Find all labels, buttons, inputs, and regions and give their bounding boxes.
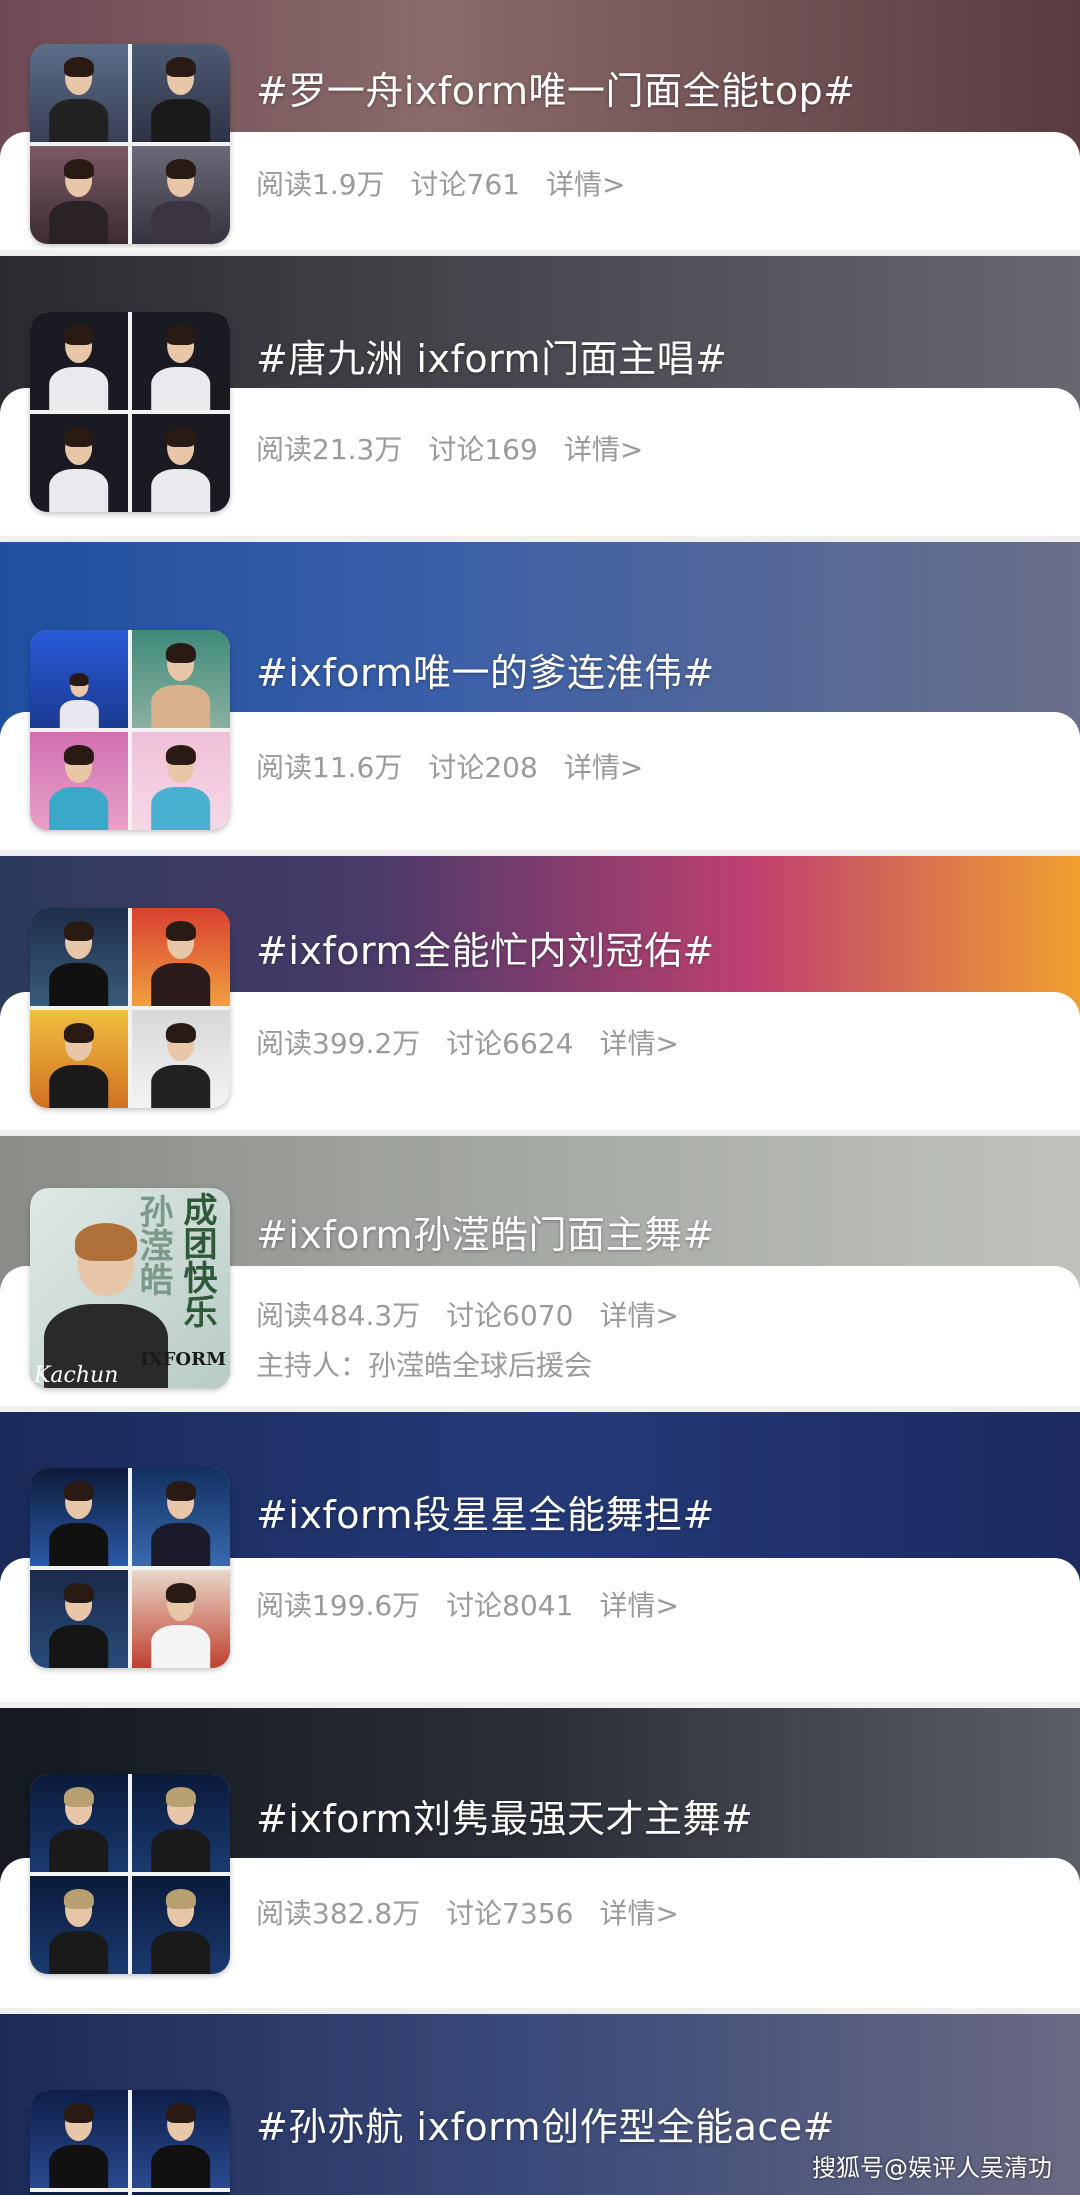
read-count: 阅读21.3万 [256, 433, 403, 466]
discuss-count: 讨论169 [428, 433, 538, 466]
cover-photo [132, 312, 230, 410]
cover-photo [132, 908, 230, 1006]
cover-photo [132, 1010, 230, 1108]
read-count: 阅读399.2万 [256, 1027, 421, 1060]
topic-card[interactable]: #孙亦航 ixform创作型全能ace# 搜狐号@娱评人吴清功 [0, 2014, 1080, 2195]
read-count: 阅读382.8万 [256, 1897, 421, 1930]
cover-text: 成团快乐 [177, 1192, 217, 1328]
topic-card[interactable]: #ixform全能忙内刘冠佑# 阅读399.2万 讨论6624 详情> [0, 856, 1080, 1130]
topic-cover[interactable] [30, 630, 230, 830]
cover-photo [132, 146, 230, 244]
topic-host: 主持人：孙滢皓全球后援会 [256, 1349, 593, 1382]
cover-photo [30, 732, 128, 830]
cover-photo [30, 1774, 128, 1872]
detail-link[interactable]: 详情> [599, 1589, 678, 1622]
topic-stats: 阅读382.8万 讨论7356 详情> [256, 1892, 705, 1932]
cover-brand: IXFORM [140, 1349, 226, 1370]
cover-photo [30, 44, 128, 142]
cover-sign: Kachun [34, 1363, 119, 1388]
cover-photo [132, 1468, 230, 1566]
cover-photo [30, 1468, 128, 1566]
topic-title[interactable]: #ixform段星星全能舞担# [256, 1484, 715, 1539]
topic-cover[interactable] [30, 44, 230, 244]
discuss-count: 讨论7356 [446, 1897, 574, 1930]
topic-card[interactable]: #ixform孙滢皓门面主舞# 阅读484.3万 讨论6070 详情> 主持人：孙滢… [0, 1136, 1080, 1406]
topic-stats: 阅读21.3万 讨论169 详情> [256, 428, 669, 468]
topic-stats: 阅读11.6万 讨论208 详情> [256, 746, 669, 786]
watermark: 搜狐号@娱评人吴清功 [812, 2154, 1052, 2182]
discuss-count: 讨论761 [410, 168, 520, 201]
read-count: 阅读484.3万 [256, 1299, 421, 1332]
cover-photo [132, 44, 230, 142]
topic-title[interactable]: #ixform刘隽最强天才主舞# [256, 1788, 753, 1843]
discuss-count: 讨论8041 [446, 1589, 574, 1622]
cover-photo [132, 1570, 230, 1668]
detail-link[interactable]: 详情> [564, 433, 643, 466]
topic-card[interactable]: #ixform段星星全能舞担# 阅读199.6万 讨论8041 详情> [0, 1412, 1080, 1702]
topic-cover[interactable]: 孙滢皓 成团快乐 IXFORM Kachun [30, 1188, 230, 1388]
cover-photo [30, 1570, 128, 1668]
topic-title[interactable]: #唐九洲 ixform门面主唱# [256, 328, 727, 383]
cover-photo [132, 2090, 230, 2188]
cover-photo [132, 414, 230, 512]
cover-photo [132, 1774, 230, 1872]
cover-photo [30, 312, 128, 410]
cover-photo [30, 630, 128, 728]
topic-card[interactable]: #ixform刘隽最强天才主舞# 阅读382.8万 讨论7356 详情> [0, 1708, 1080, 2008]
topic-title[interactable]: #ixform孙滢皓门面主舞# [256, 1204, 715, 1259]
read-count: 阅读199.6万 [256, 1589, 421, 1622]
topic-cover[interactable] [30, 312, 230, 512]
topic-card[interactable]: #罗一舟ixform唯一门面全能top# 阅读1.9万 讨论761 详情> [0, 0, 1080, 250]
topic-card[interactable]: #ixform唯一的爹连淮伟# 阅读11.6万 讨论208 详情> [0, 542, 1080, 850]
cover-photo [30, 908, 128, 1006]
discuss-count: 讨论208 [428, 751, 538, 784]
topic-title[interactable]: #ixform全能忙内刘冠佑# [256, 920, 715, 975]
cover-photo [132, 630, 230, 728]
topic-cover[interactable] [30, 1468, 230, 1668]
topic-title[interactable]: #ixform唯一的爹连淮伟# [256, 642, 715, 697]
cover-photo: 孙滢皓 成团快乐 IXFORM Kachun [30, 1188, 230, 1388]
detail-link[interactable]: 详情> [599, 1299, 678, 1332]
detail-link[interactable]: 详情> [599, 1027, 678, 1060]
topic-title[interactable]: #孙亦航 ixform创作型全能ace# [256, 2096, 835, 2151]
detail-link[interactable]: 详情> [599, 1897, 678, 1930]
topic-cover[interactable] [30, 1774, 230, 1974]
topic-stats: 阅读199.6万 讨论8041 详情> [256, 1584, 705, 1624]
cover-photo [30, 2090, 128, 2188]
topic-stats: 阅读399.2万 讨论6624 详情> [256, 1022, 705, 1062]
discuss-count: 讨论6070 [446, 1299, 574, 1332]
cover-photo [132, 732, 230, 830]
read-count: 阅读11.6万 [256, 751, 403, 784]
cover-photo [30, 1010, 128, 1108]
detail-link[interactable]: 详情> [546, 168, 625, 201]
cover-photo [30, 1876, 128, 1974]
topic-cover[interactable] [30, 2090, 230, 2195]
discuss-count: 讨论6624 [446, 1027, 574, 1060]
topic-stats: 阅读1.9万 讨论761 详情> [256, 163, 651, 203]
cover-photo [132, 1876, 230, 1974]
topic-title[interactable]: #罗一舟ixform唯一门面全能top# [256, 60, 856, 115]
read-count: 阅读1.9万 [256, 168, 385, 201]
topic-cover[interactable] [30, 908, 230, 1108]
detail-link[interactable]: 详情> [564, 751, 643, 784]
topic-card[interactable]: #唐九洲 ixform门面主唱# 阅读21.3万 讨论169 详情> [0, 256, 1080, 536]
cover-text: 孙滢皓 [133, 1194, 173, 1296]
topic-stats: 阅读484.3万 讨论6070 详情> [256, 1294, 705, 1334]
cover-photo [30, 414, 128, 512]
cover-photo [30, 146, 128, 244]
